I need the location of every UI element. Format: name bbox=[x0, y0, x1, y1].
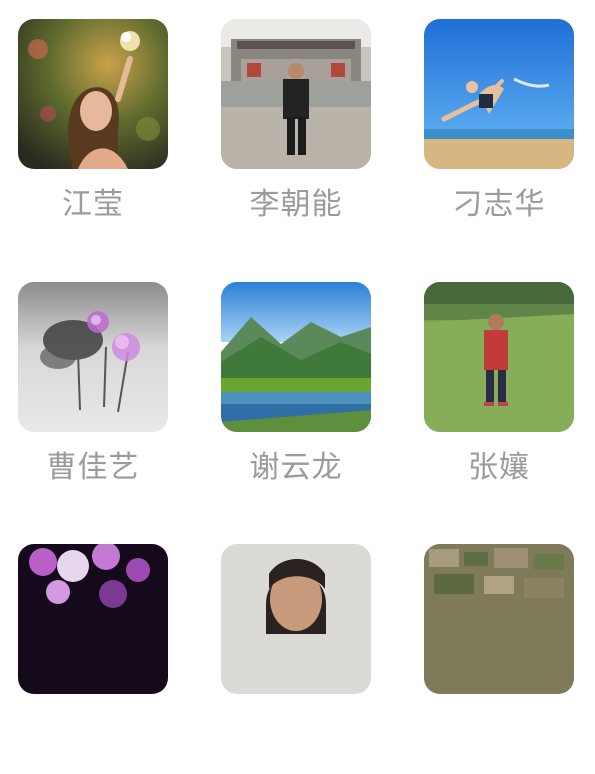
contact-tile[interactable]: 江莹 bbox=[18, 19, 168, 249]
man-courtyard-photo bbox=[221, 19, 371, 169]
woman-lotus-photo bbox=[18, 19, 168, 169]
contact-avatar[interactable] bbox=[424, 544, 574, 694]
contact-avatar[interactable] bbox=[221, 544, 371, 694]
contact-avatar[interactable] bbox=[424, 282, 574, 432]
contact-name[interactable]: 张孃 bbox=[424, 448, 574, 488]
contact-avatar[interactable] bbox=[18, 544, 168, 694]
contact-avatar[interactable] bbox=[221, 19, 371, 169]
contact-tile[interactable]: 谢云龙 bbox=[221, 282, 371, 512]
contact-tile[interactable]: 刁志华 bbox=[424, 19, 574, 249]
contact-name[interactable]: 刁志华 bbox=[424, 185, 574, 225]
contact-tile[interactable] bbox=[424, 544, 574, 774]
contact-name[interactable]: 谢云龙 bbox=[221, 448, 371, 488]
mountain-lake-photo bbox=[221, 282, 371, 432]
contact-tile[interactable]: 李朝能 bbox=[221, 19, 371, 249]
contact-name[interactable]: 江莹 bbox=[18, 185, 168, 225]
contact-tile[interactable] bbox=[221, 544, 371, 774]
contact-name[interactable]: 曹佳艺 bbox=[18, 448, 168, 488]
contact-avatar[interactable] bbox=[424, 19, 574, 169]
beach-runner-photo bbox=[424, 19, 574, 169]
woman-meadow-photo bbox=[424, 282, 574, 432]
contact-grid: 江莹 李朝能 刁志华 曹佳艺 谢云龙 张孃 bbox=[0, 0, 595, 694]
contact-avatar[interactable] bbox=[18, 282, 168, 432]
contact-avatar[interactable] bbox=[221, 282, 371, 432]
contact-avatar[interactable] bbox=[18, 19, 168, 169]
contact-name[interactable]: 李朝能 bbox=[221, 185, 371, 225]
woman-portrait-photo bbox=[221, 544, 371, 694]
contact-tile[interactable]: 张孃 bbox=[424, 282, 574, 512]
contact-tile[interactable] bbox=[18, 544, 168, 774]
purple-flowers-photo bbox=[18, 544, 168, 694]
village-aerial-photo bbox=[424, 544, 574, 694]
ink-lotus-painting bbox=[18, 282, 168, 432]
contact-tile[interactable]: 曹佳艺 bbox=[18, 282, 168, 512]
